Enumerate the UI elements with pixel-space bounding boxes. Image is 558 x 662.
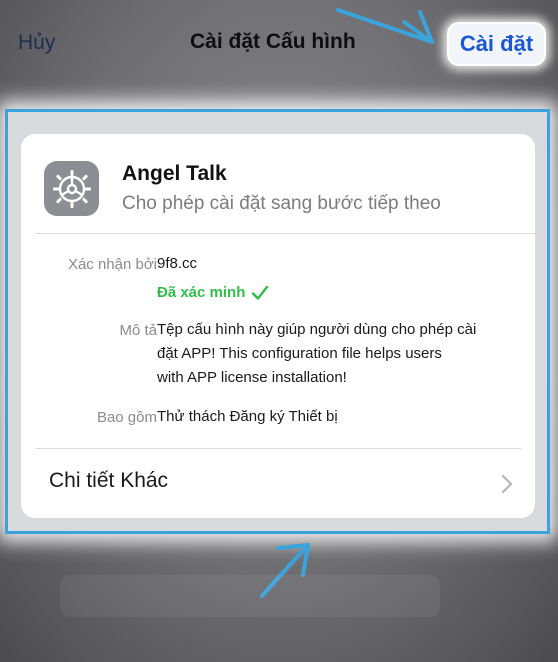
- description-value: Tệp cấu hình này giúp người dùng cho phé…: [157, 318, 527, 390]
- verified-status: Đã xác minh: [157, 284, 269, 301]
- description-line: Tệp cấu hình này giúp người dùng cho phé…: [157, 321, 477, 338]
- verified-label: Đã xác minh: [157, 284, 246, 301]
- cancel-button[interactable]: Hủy: [18, 31, 55, 55]
- signed-by-value: 9f8.cc: [157, 255, 198, 272]
- nav-bar: Hủy Cài đặt Cấu hình Cài đặt: [0, 0, 558, 92]
- more-details-row[interactable]: Chi tiết Khác: [21, 450, 535, 518]
- description-line: with APP license installation!: [157, 369, 347, 386]
- blurred-background-content: [60, 575, 440, 617]
- checkmark-icon: [252, 285, 269, 300]
- more-details-label: Chi tiết Khác: [49, 469, 169, 492]
- contains-label: Bao gồm: [96, 409, 157, 426]
- contains-value: Thử thách Đăng ký Thiết bị: [157, 408, 338, 425]
- chevron-right-icon: [501, 474, 513, 494]
- install-button[interactable]: Cài đặt: [447, 22, 546, 66]
- profile-name: Angel Talk: [122, 162, 227, 185]
- description-label: Mô tả: [119, 322, 157, 339]
- divider: [35, 448, 521, 449]
- profile-subtitle: Cho phép cài đặt sang bước tiếp theo: [122, 193, 441, 214]
- page-title: Cài đặt Cấu hình: [190, 30, 356, 53]
- signed-by-label: Xác nhận bởi: [67, 256, 157, 273]
- settings-gear-icon: [44, 161, 99, 216]
- description-line: đặt APP! This configuration file helps u…: [157, 345, 442, 362]
- divider: [35, 233, 535, 234]
- profile-sheet: Angel Talk Cho phép cài đặt sang bước ti…: [5, 109, 550, 534]
- profile-card: Angel Talk Cho phép cài đặt sang bước ti…: [21, 134, 535, 518]
